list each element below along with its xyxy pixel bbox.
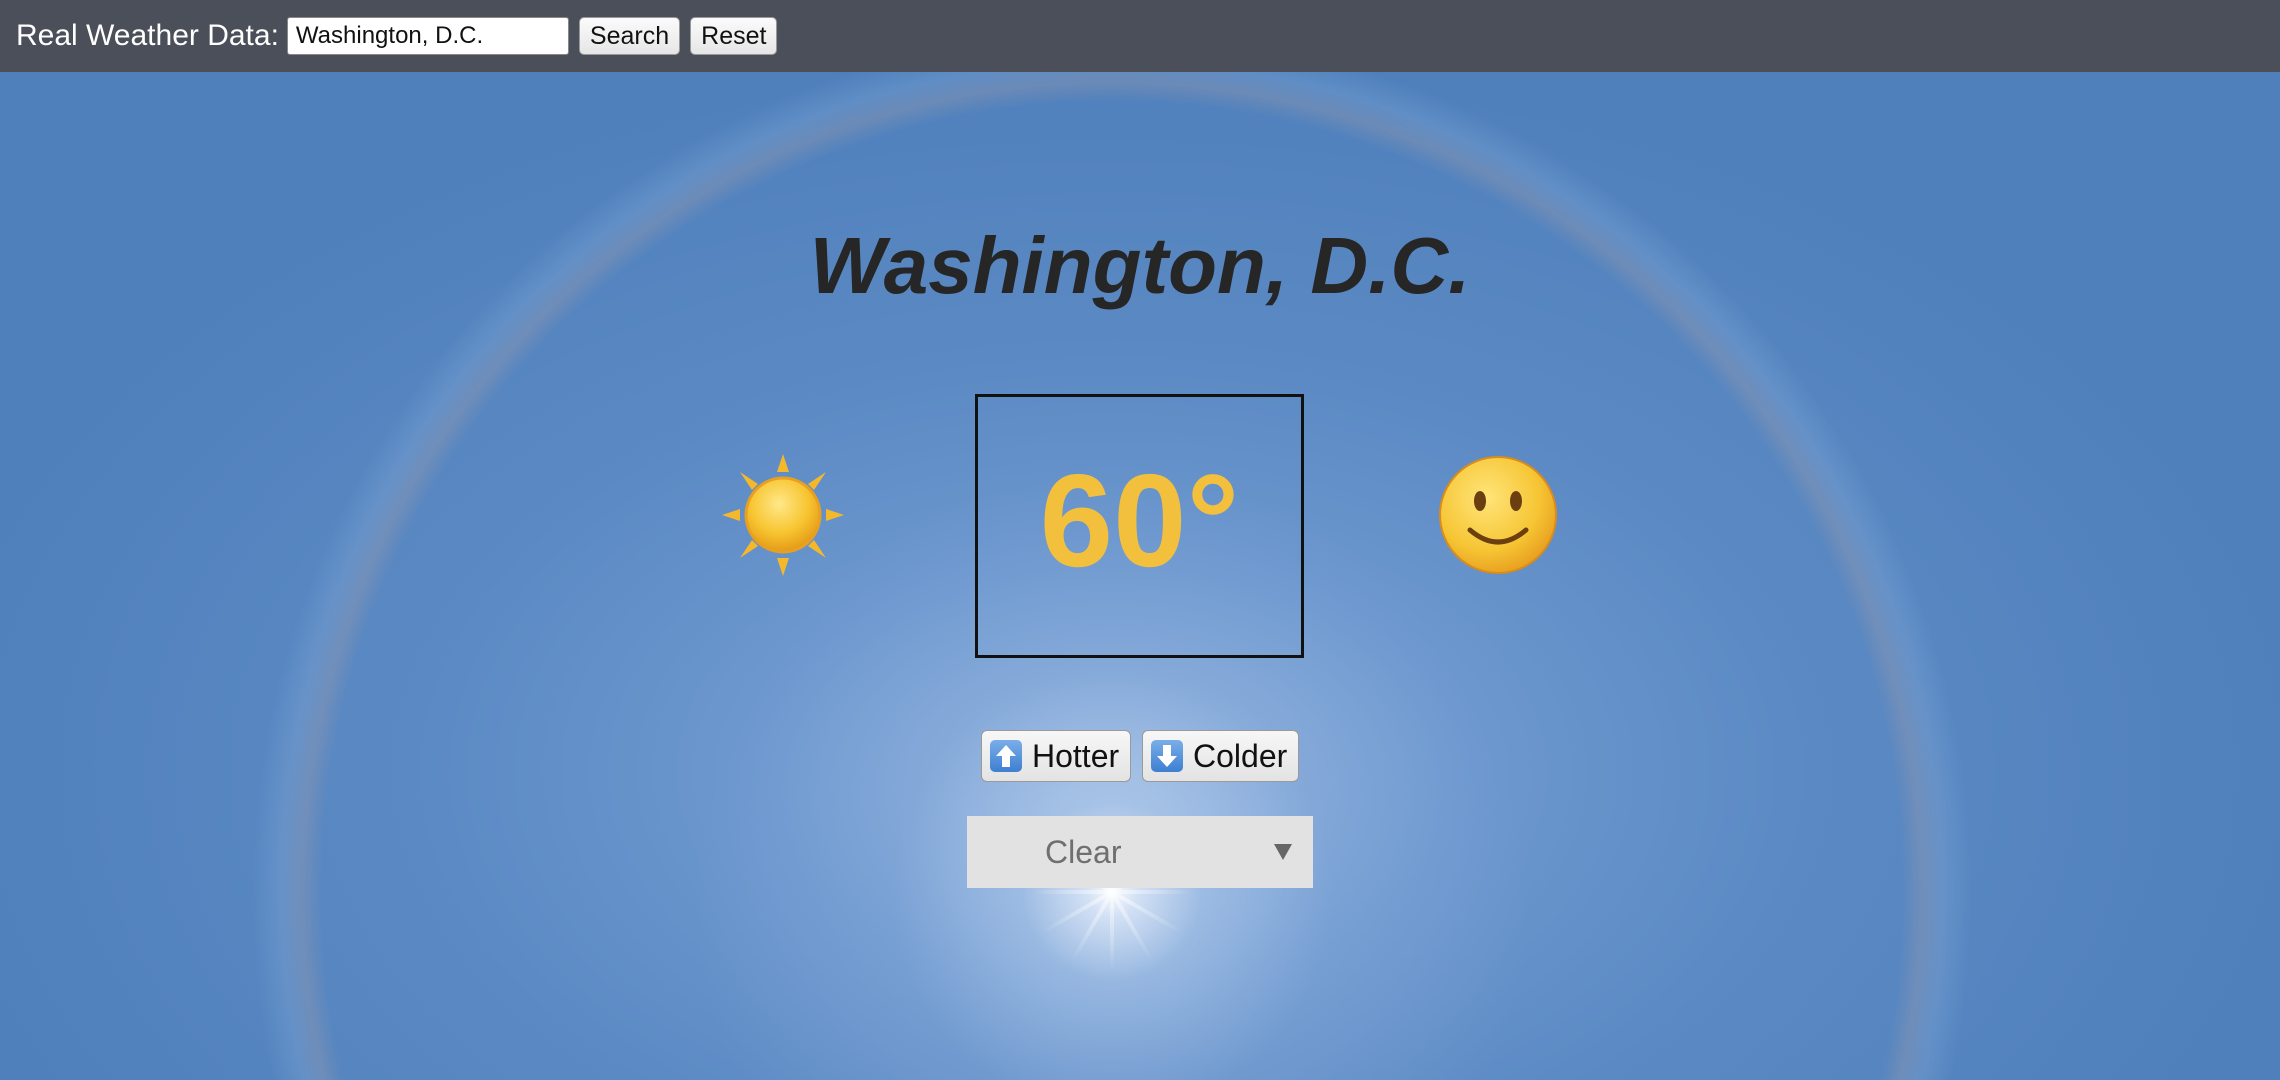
app-label: Real Weather Data: xyxy=(16,19,279,52)
temperature-box: 60° xyxy=(975,394,1304,658)
condition-select-value: Clear xyxy=(1045,833,1122,870)
reset-button[interactable]: Reset xyxy=(690,17,778,55)
up-arrow-icon xyxy=(990,740,1022,772)
city-search-input[interactable] xyxy=(286,17,569,55)
search-button[interactable]: Search xyxy=(578,17,681,55)
temperature-value: 60° xyxy=(1039,446,1240,594)
sun-icon xyxy=(722,454,844,576)
chevron-down-icon xyxy=(1274,844,1292,860)
colder-button[interactable]: Colder xyxy=(1142,730,1299,782)
hotter-label: Hotter xyxy=(1032,737,1120,774)
condition-select[interactable]: Clear xyxy=(967,816,1313,888)
hotter-button[interactable]: Hotter xyxy=(981,730,1131,782)
down-arrow-icon xyxy=(1151,740,1183,772)
colder-label: Colder xyxy=(1193,737,1288,774)
city-title: Washington, D.C. xyxy=(809,221,1471,310)
top-bar: Real Weather Data: Search Reset xyxy=(0,0,2280,72)
smiling-face-icon xyxy=(1439,456,1557,574)
